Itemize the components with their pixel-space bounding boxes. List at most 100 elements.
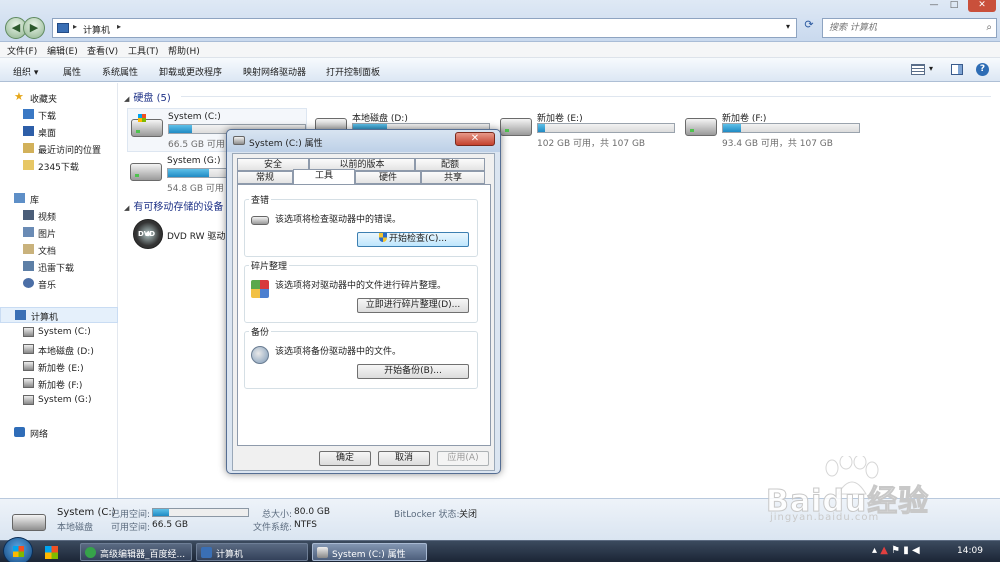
drive-usage-bar xyxy=(722,123,860,133)
network-icon[interactable]: ▮ xyxy=(903,545,909,556)
group-divider xyxy=(181,96,991,97)
drive-e[interactable]: 新加卷 (E:) 102 GB 可用，共 107 GB xyxy=(497,108,677,152)
sidebar-item-recent[interactable]: 最近访问的位置 xyxy=(0,141,118,157)
search-input[interactable] xyxy=(823,19,973,37)
chevron-right-icon[interactable]: ▸ xyxy=(117,22,121,31)
refresh-button[interactable]: ⟳ xyxy=(800,18,818,38)
sidebar-item-documents[interactable]: 文档 xyxy=(0,242,118,258)
drive-f[interactable]: 新加卷 (F:) 93.4 GB 可用，共 107 GB xyxy=(682,108,862,152)
sidebar-item-e[interactable]: 新加卷 (E:) xyxy=(0,359,118,375)
drive-usage-bar xyxy=(537,123,675,133)
sidebar-item-c[interactable]: System (C:) xyxy=(0,325,118,341)
task-properties[interactable]: System (C:) 属性 xyxy=(312,543,427,561)
removable-group-header[interactable]: ◢ 有可移动存储的设备 xyxy=(124,198,223,213)
system-properties-button[interactable]: 系统属性 xyxy=(102,65,138,78)
dialog-close-button[interactable]: ✕ xyxy=(455,132,495,146)
search-icon[interactable]: ⌕ xyxy=(986,22,992,33)
sidebar-item-desktop[interactable]: 桌面 xyxy=(0,124,118,140)
close-button[interactable]: ✕ xyxy=(968,0,996,12)
help-icon[interactable]: ? xyxy=(976,63,989,76)
menu-tools[interactable]: 工具(T) xyxy=(128,44,159,57)
menu-help[interactable]: 帮助(H) xyxy=(168,44,200,57)
view-dropdown-icon[interactable]: ▾ xyxy=(929,64,933,73)
tab-tools[interactable]: 工具 xyxy=(293,169,355,184)
drive-icon xyxy=(23,344,34,354)
address-dropdown-icon[interactable]: ▾ xyxy=(786,22,790,31)
menu-edit[interactable]: 编辑(E) xyxy=(47,44,78,57)
sidebar-item-f[interactable]: 新加卷 (F:) xyxy=(0,376,118,392)
properties-button[interactable]: 属性 xyxy=(63,65,81,78)
drive-icon xyxy=(685,118,717,136)
search-box[interactable]: ⌕ xyxy=(822,18,997,38)
sidebar-computer[interactable]: 计算机 xyxy=(0,307,118,323)
baidu-watermark: Baidu经验 jingyan.baidu.com xyxy=(760,456,960,528)
ok-button[interactable]: 确定 xyxy=(319,451,371,466)
taskbar: 高级编辑器_百度经... 计算机 System (C:) 属性 ▴ ▲ ⚑ ▮ … xyxy=(0,537,1000,562)
check-now-button[interactable]: 开始检查(C)... xyxy=(357,232,469,247)
defrag-group: 碎片整理 该选项将对驱动器中的文件进行碎片整理。 立即进行碎片整理(D)... xyxy=(244,259,478,323)
address-path[interactable]: 计算机 xyxy=(83,23,110,36)
details-usage-bar xyxy=(152,508,249,517)
dialog-title-bar[interactable]: System (C:) 属性 ✕ xyxy=(227,130,500,152)
sidebar-item-downloads[interactable]: 下载 xyxy=(0,107,118,123)
app-icon xyxy=(85,547,96,558)
map-network-drive-button[interactable]: 映射网络驱动器 xyxy=(243,65,306,78)
start-button[interactable] xyxy=(3,537,33,562)
sidebar-item-thunder[interactable]: 迅雷下载 xyxy=(0,259,118,275)
tab-quota[interactable]: 配额 xyxy=(415,158,485,171)
address-bar[interactable]: ▸ 计算机 ▸ xyxy=(52,18,797,38)
sidebar-item-music[interactable]: 音乐 xyxy=(0,276,118,292)
menu-bar: 文件(F) 编辑(E) 查看(V) 工具(T) 帮助(H) xyxy=(0,42,1000,58)
sidebar-item-2345[interactable]: 2345下载 xyxy=(0,158,118,174)
menu-file[interactable]: 文件(F) xyxy=(7,44,37,57)
refresh-icon: ⟳ xyxy=(804,18,814,31)
sidebar-item-d[interactable]: 本地磁盘 (D:) xyxy=(0,342,118,358)
chevron-right-icon: ▸ xyxy=(73,22,78,31)
system-tray[interactable]: ▴ ▲ ⚑ ▮ ◀ xyxy=(872,545,920,556)
menu-view[interactable]: 查看(V) xyxy=(87,44,118,57)
task-computer[interactable]: 计算机 xyxy=(196,543,308,561)
computer-icon xyxy=(201,547,212,558)
watermark-url: jingyan.baidu.com xyxy=(770,512,880,523)
flag-icon[interactable]: ⚑ xyxy=(891,545,900,556)
sidebar-favorites[interactable]: ★ 收藏夹 xyxy=(0,90,118,106)
shield-icon xyxy=(379,233,388,242)
backup-now-button[interactable]: 开始备份(B)... xyxy=(357,364,469,379)
video-icon xyxy=(23,210,34,220)
uninstall-program-button[interactable]: 卸载或更改程序 xyxy=(159,65,222,78)
details-drive-name: System (C:) xyxy=(57,507,116,518)
tab-hardware[interactable]: 硬件 xyxy=(355,171,421,184)
minimize-button[interactable]: — xyxy=(925,0,943,12)
library-icon xyxy=(14,193,25,203)
volume-icon[interactable]: ◀ xyxy=(912,545,920,556)
view-options-icon[interactable] xyxy=(911,64,925,75)
music-icon xyxy=(23,278,34,288)
defragment-now-button[interactable]: 立即进行碎片整理(D)... xyxy=(357,298,469,313)
pinned-app-icon[interactable] xyxy=(43,544,59,560)
dialog-title: System (C:) 属性 xyxy=(249,139,323,149)
forward-button[interactable]: ▶ xyxy=(23,17,45,39)
sidebar-libraries[interactable]: 库 xyxy=(0,191,118,207)
dvd-drive[interactable]: DVD DVD RW 驱动 xyxy=(127,215,237,259)
task-editor[interactable]: 高级编辑器_百度经... xyxy=(80,543,192,561)
computer-icon xyxy=(57,23,69,33)
cancel-button[interactable]: 取消 xyxy=(378,451,430,466)
hdd-group-header[interactable]: ◢ 硬盘 (5) xyxy=(124,89,171,104)
sidebar-network[interactable]: 网络 xyxy=(0,425,118,441)
apply-button[interactable]: 应用(A) xyxy=(437,451,489,466)
tray-expand-icon[interactable]: ▴ xyxy=(872,545,877,556)
drive-icon xyxy=(23,378,34,388)
organize-button[interactable]: 组织 ▾ xyxy=(13,65,38,78)
desktop-icon xyxy=(23,126,34,136)
warning-icon[interactable]: ▲ xyxy=(880,545,888,556)
preview-pane-icon[interactable] xyxy=(951,64,963,75)
sidebar-item-g[interactable]: System (G:) xyxy=(0,393,118,409)
clock[interactable]: 14:09 xyxy=(957,546,983,556)
tab-general[interactable]: 常规 xyxy=(237,171,293,184)
tab-sharing[interactable]: 共享 xyxy=(421,171,485,184)
sidebar-item-videos[interactable]: 视频 xyxy=(0,208,118,224)
open-control-panel-button[interactable]: 打开控制面板 xyxy=(326,65,380,78)
documents-icon xyxy=(23,244,34,254)
maximize-button[interactable]: □ xyxy=(945,0,963,12)
sidebar-item-pictures[interactable]: 图片 xyxy=(0,225,118,241)
